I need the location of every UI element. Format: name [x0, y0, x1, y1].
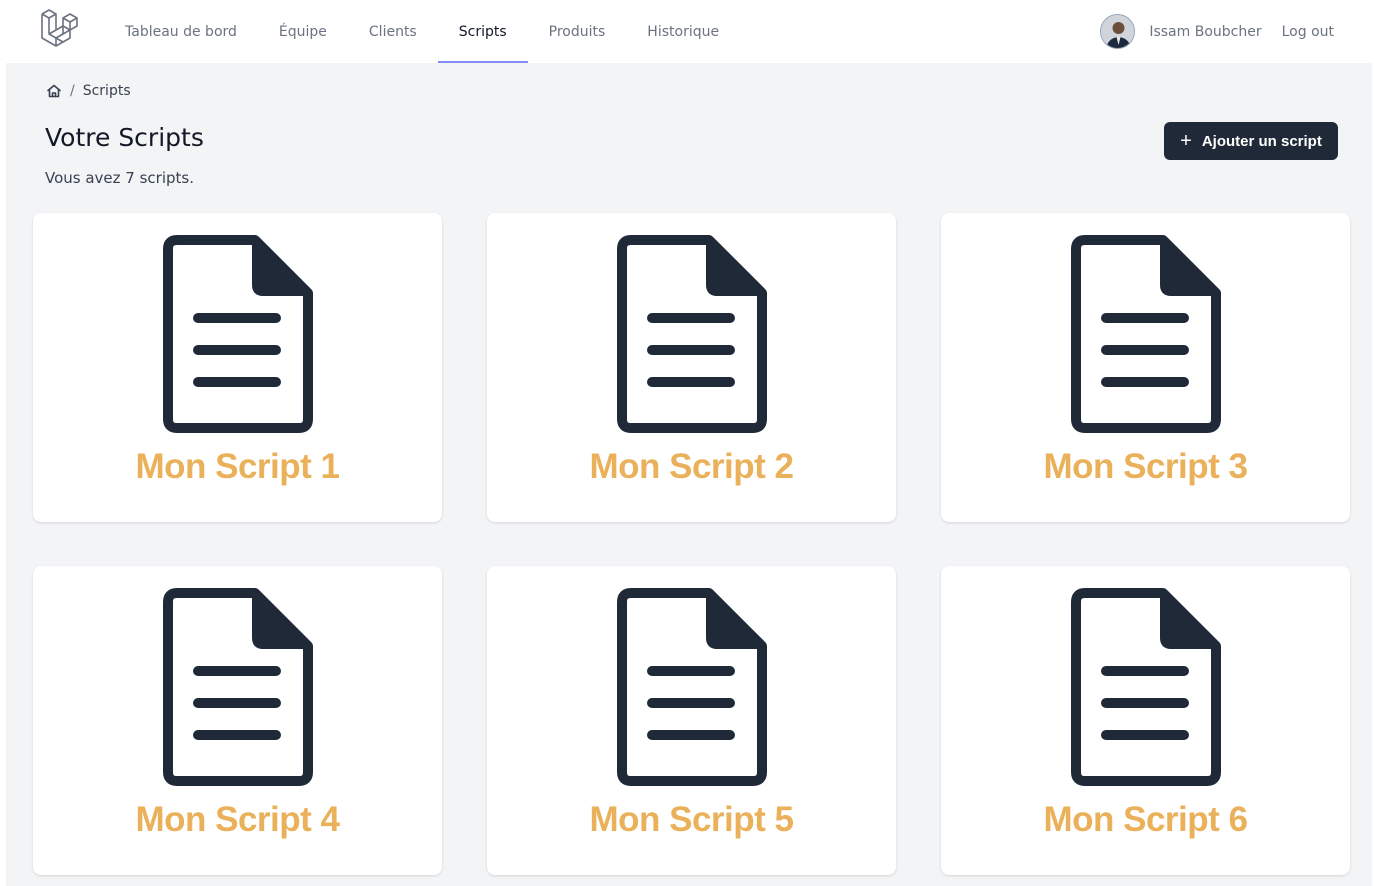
document-icon: [163, 235, 313, 433]
nav-link-produits[interactable]: Produits: [528, 0, 627, 63]
script-card-title: Mon Script 1: [135, 447, 340, 486]
breadcrumb-separator: /: [70, 83, 75, 99]
script-card-title: Mon Script 4: [135, 800, 340, 839]
script-card-title: Mon Script 5: [589, 800, 794, 839]
nav-link-clients[interactable]: Clients: [348, 0, 438, 63]
nav-link-historique[interactable]: Historique: [626, 0, 740, 63]
page-subtitle: Vous avez 7 scripts.: [45, 169, 194, 187]
logout-link[interactable]: Log out: [1282, 24, 1334, 40]
script-card-2[interactable]: Mon Script 2: [487, 213, 896, 522]
scripts-grid: Mon Script 1 Mon Script 2 Mon Script 3 M…: [33, 213, 1351, 875]
page-title: Votre Scripts: [45, 123, 204, 152]
script-card-4[interactable]: Mon Script 4: [33, 566, 442, 875]
add-script-button[interactable]: + Ajouter un script: [1164, 122, 1338, 160]
avatar[interactable]: [1100, 14, 1136, 49]
nav-link-tableau-de-bord[interactable]: Tableau de bord: [104, 0, 258, 63]
breadcrumb-current: Scripts: [82, 83, 131, 99]
home-icon[interactable]: [46, 83, 62, 99]
user-area: Issam Boubcher Log out: [1100, 0, 1334, 63]
nav-link-equipe[interactable]: Équipe: [258, 0, 348, 63]
script-card-1[interactable]: Mon Script 1: [33, 213, 442, 522]
script-card-6[interactable]: Mon Script 6: [941, 566, 1350, 875]
plus-icon: +: [1180, 130, 1192, 152]
script-card-title: Mon Script 6: [1043, 800, 1248, 839]
document-icon: [617, 235, 767, 433]
document-icon: [617, 588, 767, 786]
nav-links: Tableau de bord Équipe Clients Scripts P…: [104, 0, 740, 63]
nav-link-scripts[interactable]: Scripts: [437, 0, 528, 63]
script-card-3[interactable]: Mon Script 3: [941, 213, 1350, 522]
script-card-title: Mon Script 2: [589, 447, 794, 486]
top-navigation: Tableau de bord Équipe Clients Scripts P…: [0, 0, 1374, 63]
document-icon: [1071, 588, 1221, 786]
laravel-logo-icon[interactable]: [38, 8, 80, 50]
add-script-button-label: Ajouter un script: [1201, 132, 1322, 150]
document-icon: [163, 588, 313, 786]
breadcrumb: / Scripts: [46, 83, 131, 99]
document-icon: [1071, 235, 1221, 433]
script-card-title: Mon Script 3: [1043, 447, 1248, 486]
script-card-5[interactable]: Mon Script 5: [487, 566, 896, 875]
user-name[interactable]: Issam Boubcher: [1149, 24, 1261, 40]
main-content: / Scripts Votre Scripts Vous avez 7 scri…: [6, 63, 1372, 886]
